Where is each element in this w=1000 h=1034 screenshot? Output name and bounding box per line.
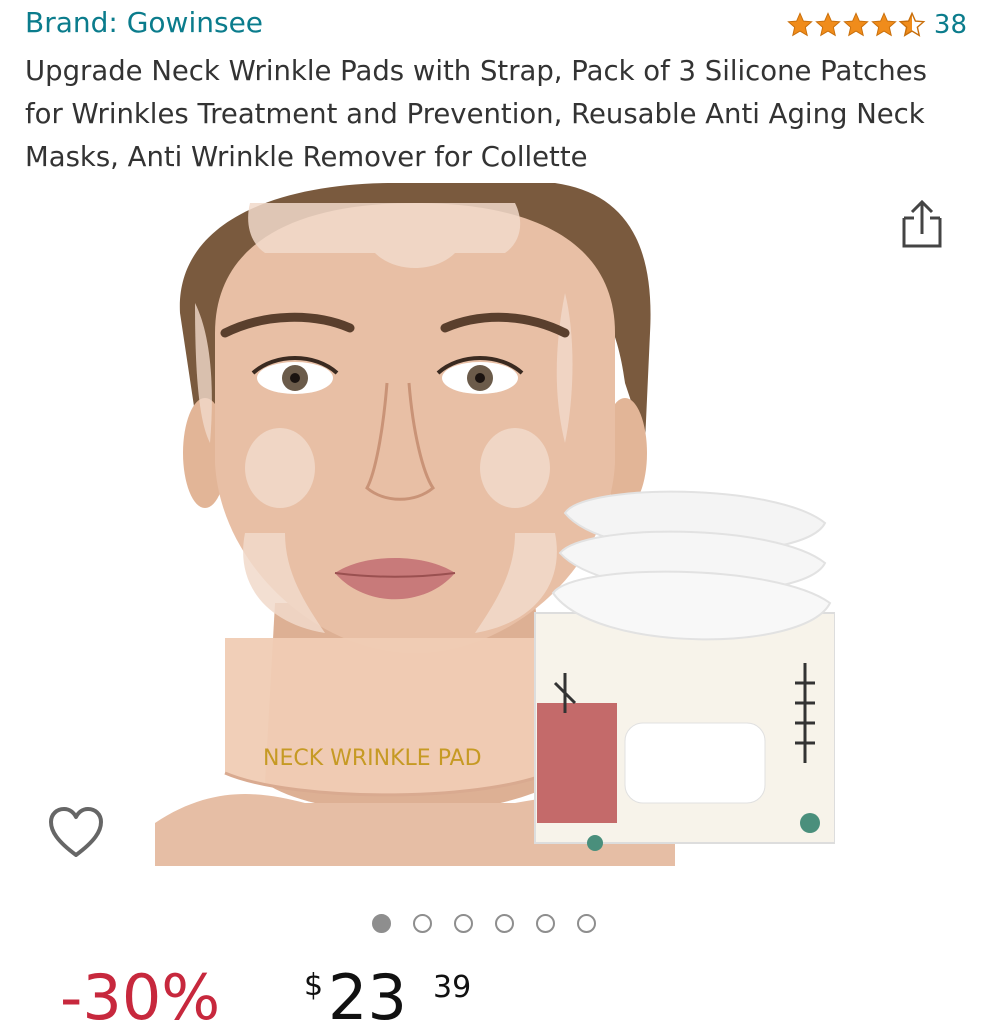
price-whole: 23 xyxy=(328,961,407,1034)
discount-percent: -30% xyxy=(60,961,221,1034)
carousel-dot[interactable] xyxy=(536,914,555,933)
rating-count[interactable]: 38 xyxy=(934,10,967,40)
star-icon xyxy=(843,12,869,37)
neck-pad-label: NECK WRINKLE PAD xyxy=(263,746,482,771)
carousel-dot-active[interactable] xyxy=(372,914,391,933)
product-title: Upgrade Neck Wrinkle Pads with Strap, Pa… xyxy=(25,55,927,173)
product-package xyxy=(534,612,835,851)
star-rating xyxy=(786,11,926,39)
rating[interactable]: 38 xyxy=(786,10,967,40)
carousel-dot[interactable] xyxy=(413,914,432,933)
carousel-dot[interactable] xyxy=(495,914,514,933)
star-icon xyxy=(815,12,841,37)
carousel-dot[interactable] xyxy=(454,914,473,933)
price-currency: $ xyxy=(304,968,324,1003)
star-icon xyxy=(787,12,813,37)
star-icon xyxy=(871,12,897,37)
price-row: -30% $ 23 39 xyxy=(60,965,660,1029)
star-half-icon xyxy=(898,11,926,37)
product-image[interactable]: NECK WRINKLE PAD xyxy=(155,183,835,866)
silicone-pads xyxy=(551,490,832,641)
carousel-indicator xyxy=(372,914,596,933)
brand-link[interactable]: Brand: Gowinsee xyxy=(25,6,263,39)
price-fraction: 39 xyxy=(433,970,472,1005)
heart-icon[interactable] xyxy=(47,805,105,861)
carousel-dot[interactable] xyxy=(577,914,596,933)
share-icon[interactable] xyxy=(898,196,946,250)
